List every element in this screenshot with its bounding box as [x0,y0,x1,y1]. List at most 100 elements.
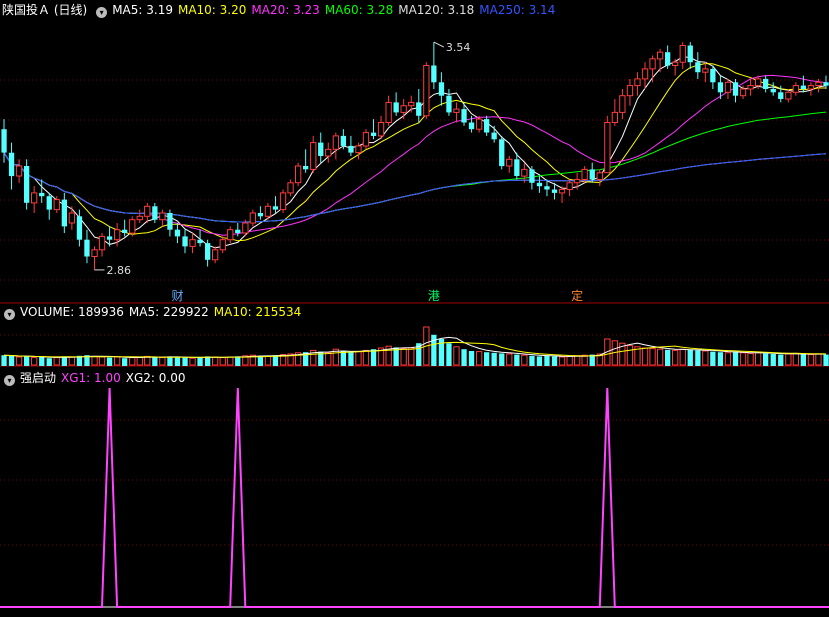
candle-body [823,82,829,86]
candle-body [679,45,686,63]
candle-body [235,229,241,233]
candle-body [536,182,543,187]
volume-bar [106,357,113,366]
volume-ma5: MA5: 229922 [128,305,209,319]
volume-bar [325,352,332,366]
volume-bar [785,353,792,366]
volume-bar [807,354,815,366]
candle-body [634,78,641,87]
candle-body [272,206,279,210]
volume-bar [687,349,693,366]
candle-body [310,142,317,170]
volume-bar [778,354,784,366]
candle-body [807,85,815,90]
chevron-down-icon[interactable]: ▾ [4,375,15,386]
candle-body [122,229,128,233]
volume-bar [514,354,520,366]
candle-body [84,239,90,257]
volume-bar [227,356,234,366]
volume-bar [484,352,490,366]
ma-label-1: MA10: 3.20 [177,3,247,17]
candle-body [763,78,769,89]
candle-body [770,89,776,93]
candle-body [589,169,595,180]
candle-body [672,61,679,67]
candle-body [400,105,407,113]
candle-body [408,101,415,107]
volume-bar [8,355,15,366]
ma-label-0: MA5: 3.19 [112,3,173,17]
volume-bar [815,353,822,366]
candle-body [219,239,226,251]
candle-body [393,102,399,113]
candle-body [227,229,234,241]
volume-bar [182,357,188,366]
candle-body [136,215,143,221]
ma-label-4: MA120: 3.18 [398,3,475,17]
indicator-xg2: XG2: 0.00 [125,371,186,385]
candle-body [303,166,309,170]
candle-body [144,205,151,217]
candle-body [257,213,264,217]
volume-bar [453,346,460,366]
candle-body [611,111,619,124]
candle-body [665,52,671,66]
volume-bar [491,352,497,366]
ma-label-3: MA60: 3.28 [324,3,394,17]
volume-bar [702,350,709,366]
candle-body [544,186,550,190]
candle-body [499,139,505,167]
volume-bar [53,357,60,366]
volume-ma10: MA10: 215534 [213,305,302,319]
volume-bar [792,352,800,366]
volume-bar [672,349,679,366]
candle-body [332,135,340,150]
xg1-line [0,387,829,608]
candle-body [431,65,437,83]
volume-bar [710,351,716,366]
volume-bar [257,355,264,366]
candle-body [76,216,83,240]
stock-title: 陕国投Ａ (日线) [2,3,88,17]
candle-body [182,236,188,247]
candle-body [423,65,430,117]
candle-body [514,159,520,176]
candle-body [264,205,272,217]
candle-body [152,206,158,220]
volume-bar [189,357,196,366]
candle-body [325,148,332,157]
candle-body [362,132,370,147]
volume-bar [114,356,121,366]
indicator-xg1: XG1: 1.00 [61,371,121,385]
candle-body [641,68,649,80]
volume-bar [174,357,181,366]
moving-average-lines [3,56,827,249]
price-annotations: 3.54 2.86 [94,41,470,277]
chevron-down-icon[interactable]: ▾ [96,7,108,18]
candle-body [815,81,822,87]
volume-bar [558,356,566,366]
volume-bar [649,348,656,366]
volume-bar [499,353,505,366]
candle-body [385,101,392,124]
candle-body [468,122,475,130]
ma-line-60 [3,111,827,223]
ma-label-2: MA20: 3.23 [251,3,320,17]
candle-body [574,179,581,184]
candle-body [717,82,724,93]
volume-bar [15,356,23,366]
candle-body [249,212,256,224]
xg1-spikes [0,387,829,608]
event-marker: 定 [571,288,583,303]
volume-bar [739,352,747,366]
candle-body [1,129,7,153]
volume-bar [46,358,52,366]
candle-body [619,95,626,113]
volume-bar [732,352,739,366]
candle-body [287,182,294,194]
annotation-high: 3.54 [446,41,471,54]
chevron-down-icon[interactable]: ▾ [4,309,15,320]
volume-bar [400,348,407,366]
candle-body [8,152,15,177]
volume-bar [461,349,467,366]
